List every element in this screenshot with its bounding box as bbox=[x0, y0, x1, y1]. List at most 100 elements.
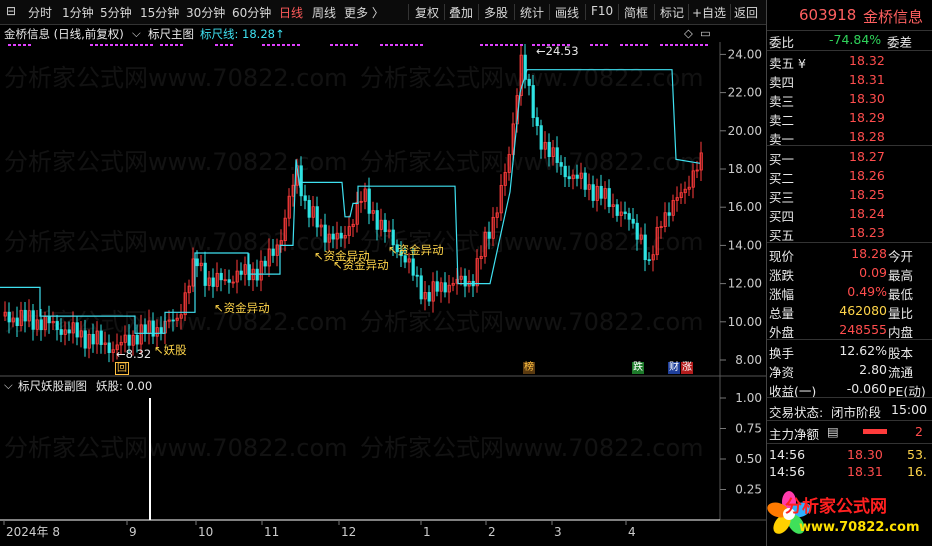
bid-row[interactable]: 买四 18.24 bbox=[767, 205, 932, 224]
ask-label: 卖二 bbox=[769, 113, 795, 128]
candle-body bbox=[631, 218, 635, 224]
signal-dot bbox=[170, 44, 173, 46]
candle-body bbox=[315, 206, 319, 228]
candle-body bbox=[271, 248, 275, 256]
sub-indicator-name[interactable]: 标尺妖股副图 bbox=[18, 378, 87, 394]
bid-row[interactable]: 买三 18.25 bbox=[767, 186, 932, 205]
signal-dot bbox=[110, 44, 113, 46]
candle-body bbox=[211, 277, 215, 287]
candle-body bbox=[107, 342, 111, 353]
signal-dot bbox=[90, 44, 93, 46]
divider bbox=[767, 50, 932, 51]
return-marker[interactable]: 回 bbox=[115, 362, 129, 375]
signal-dot bbox=[28, 44, 31, 46]
stat-value: 0.49% bbox=[847, 284, 887, 299]
stat-row: 涨幅 0.49% 最低 bbox=[767, 283, 932, 302]
price-tick-label: 16.00 bbox=[728, 200, 762, 214]
signal-dot bbox=[292, 44, 295, 46]
tick-row: 14:56 18.30 53. bbox=[767, 446, 932, 464]
candle-body bbox=[383, 219, 387, 233]
signal-dot bbox=[380, 44, 383, 46]
candle-body bbox=[539, 125, 543, 150]
signal-dot bbox=[690, 44, 693, 46]
signal-dot bbox=[277, 44, 280, 46]
bid-label: 买四 bbox=[769, 209, 795, 224]
candle-body bbox=[39, 319, 43, 331]
candle-body bbox=[67, 329, 71, 334]
stat-value: 12.62% bbox=[839, 343, 887, 358]
price-tick-label: 14.00 bbox=[728, 238, 762, 252]
ask-row[interactable]: 卖一 18.28 bbox=[767, 128, 932, 147]
signal-dot bbox=[13, 44, 16, 46]
candle-body bbox=[75, 322, 79, 338]
tick-row: 14:56 18.31 16. bbox=[767, 463, 932, 481]
rank-marker[interactable]: 榜 bbox=[523, 362, 535, 374]
time-tick-label: 3 bbox=[554, 525, 562, 539]
sub-indicator-value: 妖股: 0.00 bbox=[96, 379, 153, 393]
candle-body bbox=[535, 117, 539, 127]
signal-dot bbox=[705, 44, 708, 46]
signal-dot bbox=[8, 44, 11, 46]
signal-dot bbox=[385, 44, 388, 46]
finance-marker[interactable]: 财 bbox=[668, 362, 680, 374]
signal-dot bbox=[590, 44, 593, 46]
ask-row[interactable]: 卖二 18.29 bbox=[767, 109, 932, 128]
bid-row[interactable]: 买二 18.26 bbox=[767, 167, 932, 186]
stat-row: 涨跌 0.09 最高 bbox=[767, 264, 932, 283]
ask-row[interactable]: 卖五 ¥ 18.32 bbox=[767, 52, 932, 71]
tick-price: 18.31 bbox=[847, 464, 883, 479]
candle-body bbox=[303, 195, 307, 201]
fall-marker[interactable]: 跌 bbox=[632, 362, 644, 374]
signal-dot bbox=[335, 44, 338, 46]
candle-body bbox=[227, 279, 231, 283]
high-arrow-icon: ← bbox=[536, 44, 546, 58]
net-flow-value: 2 bbox=[915, 424, 923, 439]
kline-chart[interactable]: 24.0022.0020.0018.0016.0014.0012.0010.00… bbox=[0, 0, 766, 546]
net-flow-label: 主力净额 bbox=[769, 427, 820, 442]
sub-indicator-dropdown-icon[interactable]: ⌵ bbox=[4, 378, 13, 393]
low-arrow-icon: ← bbox=[116, 347, 126, 361]
stat-value: 248555 bbox=[839, 322, 887, 337]
signal-dot bbox=[105, 44, 108, 46]
bid-row[interactable]: 买一 18.27 bbox=[767, 148, 932, 167]
candle-body bbox=[575, 174, 579, 179]
trade-status-value: 闭市阶段 bbox=[831, 405, 882, 420]
ask-row[interactable]: 卖四 18.31 bbox=[767, 71, 932, 90]
stat-label: 总量 bbox=[769, 306, 795, 321]
divider bbox=[767, 397, 932, 398]
signal-dot bbox=[130, 44, 133, 46]
stock-title-bar: 603918 金桥信息 bbox=[767, 0, 932, 31]
bid-row[interactable]: 买五 18.23 bbox=[767, 224, 932, 243]
fund-anomaly-annotation: ↖资金异动 bbox=[388, 243, 444, 257]
tick-price: 18.30 bbox=[847, 447, 883, 462]
stat-label: 净资 bbox=[769, 365, 795, 380]
candle-body bbox=[331, 233, 335, 240]
list-icon[interactable]: ▤ bbox=[827, 424, 839, 439]
stat-row: 现价 18.28 今开 bbox=[767, 245, 932, 264]
divider bbox=[767, 242, 932, 243]
candle-body bbox=[599, 185, 603, 199]
stock-name: 金桥信息 bbox=[863, 8, 924, 26]
candle-body bbox=[339, 232, 343, 239]
signal-dot bbox=[345, 44, 348, 46]
stat-row: 收益(一) -0.060 PE(动) bbox=[767, 380, 932, 399]
signal-dot bbox=[505, 44, 508, 46]
signal-dot bbox=[395, 44, 398, 46]
signal-dot bbox=[125, 44, 128, 46]
signal-dot bbox=[410, 44, 413, 46]
candle-body bbox=[159, 327, 163, 334]
sub-tick-label: 0.75 bbox=[735, 422, 762, 436]
candle-body bbox=[435, 281, 439, 292]
trade-status-row: 交易状态: 闭市阶段 15:00 bbox=[767, 401, 932, 420]
bid-price: 18.23 bbox=[849, 225, 885, 240]
rise-marker[interactable]: 涨 bbox=[681, 362, 693, 374]
ask-row[interactable]: 卖三 18.30 bbox=[767, 90, 932, 109]
candle-body bbox=[55, 321, 59, 330]
divider bbox=[767, 420, 932, 421]
signal-dot bbox=[297, 44, 300, 46]
signal-dot bbox=[150, 44, 153, 46]
signal-dot bbox=[282, 44, 285, 46]
signal-dot bbox=[180, 44, 183, 46]
time-tick-label: 4 bbox=[628, 525, 636, 539]
candle-body bbox=[7, 311, 11, 323]
